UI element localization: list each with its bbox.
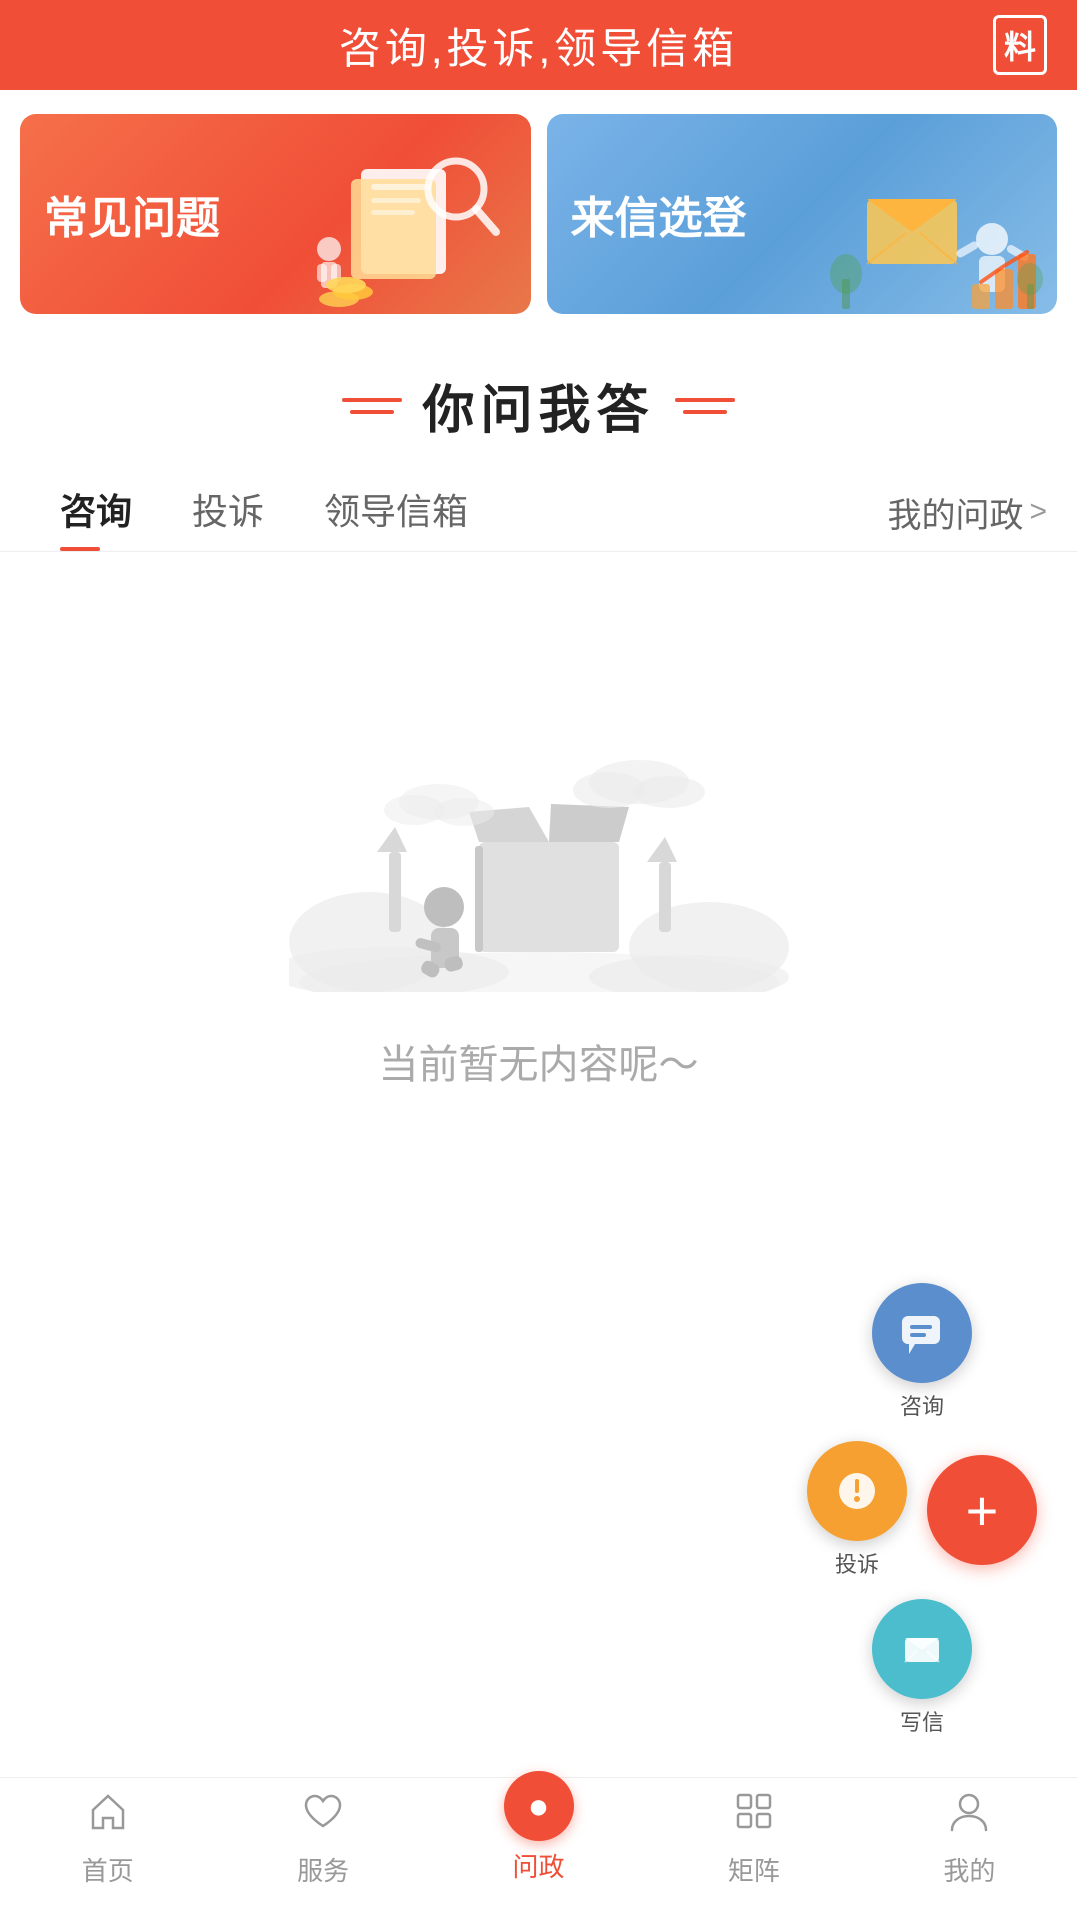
nav-home[interactable]: 首页 xyxy=(0,1788,215,1888)
section-title: 你问我答 xyxy=(422,368,654,443)
nav-mine[interactable]: 我的 xyxy=(862,1788,1077,1888)
fab-letter-label: 写信 xyxy=(900,1705,944,1737)
nav-wenzheng[interactable]: ● 问政 xyxy=(431,1791,646,1884)
left-line-top xyxy=(342,398,402,402)
nav-wenzheng-label: 问政 xyxy=(513,1847,565,1884)
fab-consult-circle[interactable] xyxy=(872,1283,972,1383)
fab-letter-circle[interactable] xyxy=(872,1599,972,1699)
fab-letter-button[interactable]: 写信 xyxy=(872,1599,972,1737)
fab-main-icon: + xyxy=(966,1478,999,1543)
matrix-icon xyxy=(731,1788,777,1845)
bottom-nav: 首页 服务 ● 问政 矩阵 xyxy=(0,1777,1077,1917)
right-decoration xyxy=(675,398,735,414)
tab-consult[interactable]: 咨询 xyxy=(30,473,162,551)
empty-illustration xyxy=(289,612,789,992)
nav-service-label: 服务 xyxy=(297,1851,349,1888)
empty-text: 当前暂无内容呢～ xyxy=(379,1032,699,1090)
chevron-right-icon: > xyxy=(1029,495,1047,529)
banner-area: 常见问题 xyxy=(0,90,1077,338)
banner-faq-title: 常见问题 xyxy=(44,182,220,246)
banner-letters[interactable]: 来信选登 xyxy=(547,114,1058,314)
header-menu-icon[interactable]: 料 xyxy=(993,15,1047,75)
fab-complaint-label: 投诉 xyxy=(835,1547,879,1579)
fab-complaint-circle[interactable] xyxy=(807,1441,907,1541)
wenzheng-icon: ● xyxy=(528,1785,550,1827)
section-title-area: 你问我答 xyxy=(0,338,1077,463)
home-icon xyxy=(85,1788,131,1845)
nav-service[interactable]: 服务 xyxy=(215,1788,430,1888)
my-wenzheng-label: 我的问政 xyxy=(887,488,1023,537)
mine-icon xyxy=(946,1788,992,1845)
right-line-bottom xyxy=(683,410,727,414)
my-wenzheng-link[interactable]: 我的问政 > xyxy=(887,488,1047,537)
fab-consult-label: 咨询 xyxy=(900,1389,944,1421)
fab-main-button[interactable]: + xyxy=(927,1455,1037,1565)
left-decoration xyxy=(342,398,402,414)
tabs-row: 咨询 投诉 领导信箱 我的问政 > xyxy=(0,463,1077,552)
nav-matrix[interactable]: 矩阵 xyxy=(646,1788,861,1888)
service-icon xyxy=(300,1788,346,1845)
fab-middle-row: 投诉 + xyxy=(807,1441,1037,1579)
tab-complaint[interactable]: 投诉 xyxy=(162,473,294,551)
header: 咨询,投诉,领导信箱 料 xyxy=(0,0,1077,90)
banner-letters-illustration xyxy=(827,144,1047,314)
fab-consult-button[interactable]: 咨询 xyxy=(872,1283,972,1421)
nav-mine-label: 我的 xyxy=(943,1851,995,1888)
fab-complaint-button[interactable]: 投诉 xyxy=(807,1441,907,1579)
banner-faq-illustration xyxy=(301,144,521,314)
nav-home-label: 首页 xyxy=(82,1851,134,1888)
right-line-top xyxy=(675,398,735,402)
banner-faq[interactable]: 常见问题 xyxy=(20,114,531,314)
tab-leader-mailbox[interactable]: 领导信箱 xyxy=(294,473,498,551)
wenzheng-nav-icon[interactable]: ● xyxy=(504,1771,574,1841)
left-line-bottom xyxy=(350,410,394,414)
fab-container: 咨询 投诉 + 写信 xyxy=(807,1283,1037,1737)
header-title: 咨询,投诉,领导信箱 xyxy=(339,15,738,76)
nav-matrix-label: 矩阵 xyxy=(728,1851,780,1888)
banner-letters-title: 来信选登 xyxy=(571,182,747,246)
empty-state-area: 当前暂无内容呢～ xyxy=(0,552,1077,1130)
